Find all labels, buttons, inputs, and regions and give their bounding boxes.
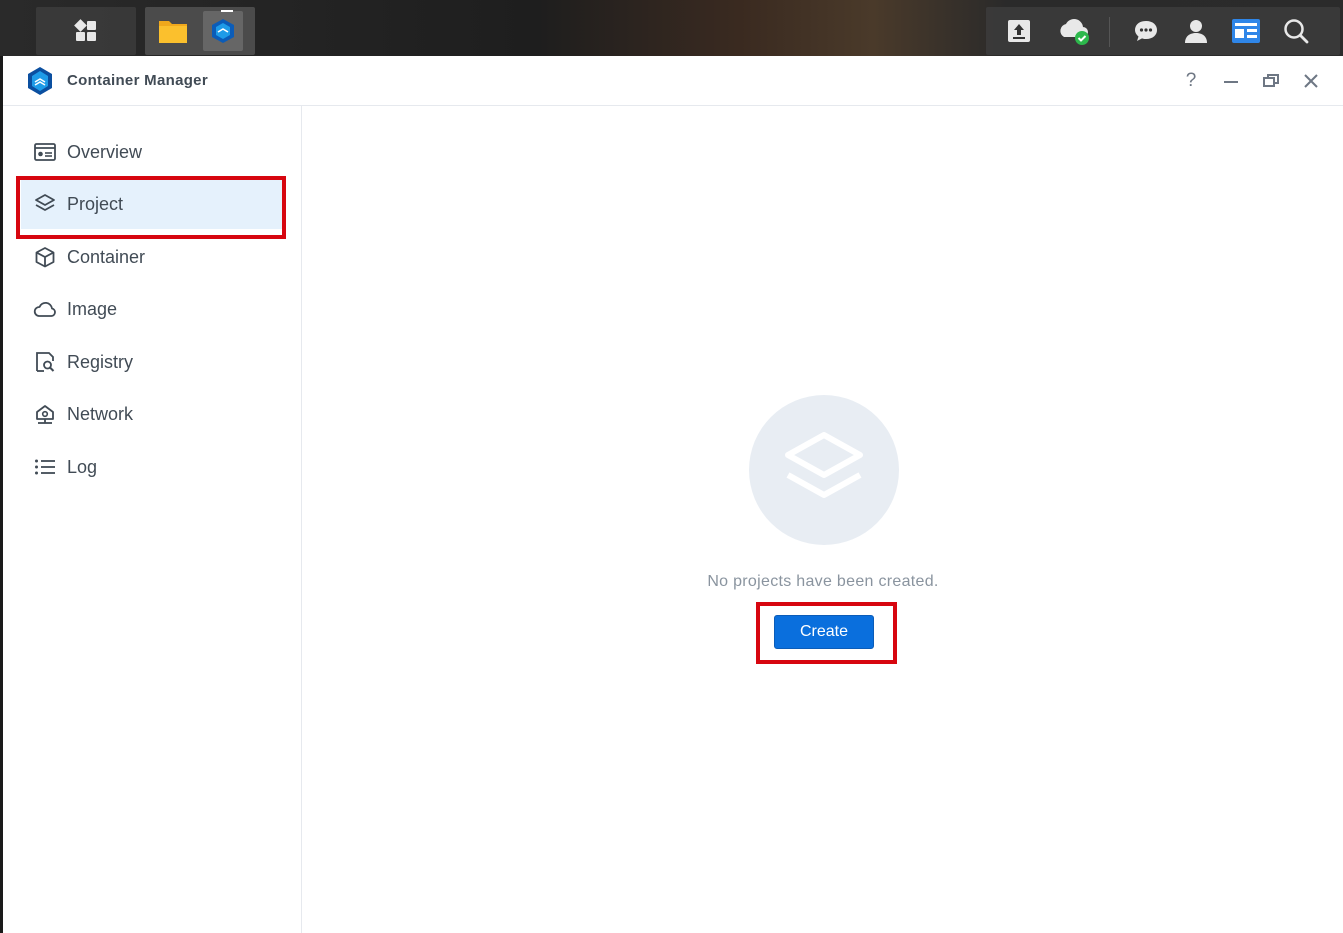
- taskbar-app-group: [145, 7, 255, 55]
- restore-button[interactable]: [1258, 68, 1284, 94]
- empty-state-illustration: [749, 395, 899, 545]
- highlight-create: [756, 602, 897, 664]
- sidebar-item-network[interactable]: Network: [21, 389, 283, 439]
- sidebar-item-label: Image: [67, 298, 118, 319]
- sidebar-item-label: Registry: [67, 351, 134, 372]
- sidebar-item-image[interactable]: Image: [21, 284, 283, 334]
- main-menu-icon[interactable]: [66, 11, 106, 51]
- project-placeholder-icon: [785, 432, 863, 498]
- sidebar-item-label: Overview: [67, 141, 143, 162]
- search-icon[interactable]: [1276, 11, 1316, 51]
- window-title: Container Manager: [67, 72, 208, 89]
- file-station-icon[interactable]: [153, 11, 193, 51]
- sidebar-item-label: Network: [67, 403, 134, 424]
- image-icon: [33, 297, 57, 321]
- log-icon: [33, 455, 57, 479]
- highlight-project: [16, 176, 286, 239]
- network-icon: [33, 402, 57, 426]
- messages-icon[interactable]: [1126, 11, 1166, 51]
- close-icon: [1304, 74, 1318, 88]
- empty-state-message: No projects have been created.: [707, 573, 939, 590]
- container-manager-icon[interactable]: [203, 10, 243, 51]
- sidebar-item-label: Container: [67, 246, 146, 267]
- sidebar-item-label: Log: [67, 456, 98, 477]
- user-icon[interactable]: [1176, 11, 1216, 51]
- sidebar-item-container[interactable]: Container: [21, 232, 283, 282]
- container-manager-logo-icon: [25, 66, 55, 96]
- help-icon: ?: [1185, 70, 1197, 91]
- taskbar: [0, 0, 1343, 56]
- sidebar-item-registry[interactable]: Registry: [21, 337, 283, 387]
- help-button[interactable]: ?: [1178, 68, 1204, 94]
- sidebar: Overview Project Container Image Registr…: [3, 106, 302, 933]
- overview-icon: [33, 140, 57, 164]
- minimize-icon: [1224, 81, 1238, 83]
- close-button[interactable]: [1298, 68, 1324, 94]
- registry-icon: [33, 350, 57, 374]
- taskbar-left-group: [36, 7, 136, 55]
- main-content: No projects have been created. Create: [303, 106, 1343, 933]
- cloud-sync-icon[interactable]: [1054, 11, 1094, 51]
- minimize-button[interactable]: [1218, 68, 1244, 94]
- widgets-icon[interactable]: [1226, 11, 1266, 51]
- upload-icon[interactable]: [999, 11, 1039, 51]
- taskbar-right-group: [986, 7, 1340, 55]
- sidebar-item-overview[interactable]: Overview: [21, 127, 283, 177]
- sidebar-item-log[interactable]: Log: [21, 442, 283, 492]
- container-icon: [33, 245, 57, 269]
- restore-icon: [1263, 74, 1279, 87]
- app-window: Container Manager ? Overview Project Con…: [3, 56, 1343, 933]
- window-titlebar: Container Manager ?: [3, 56, 1343, 106]
